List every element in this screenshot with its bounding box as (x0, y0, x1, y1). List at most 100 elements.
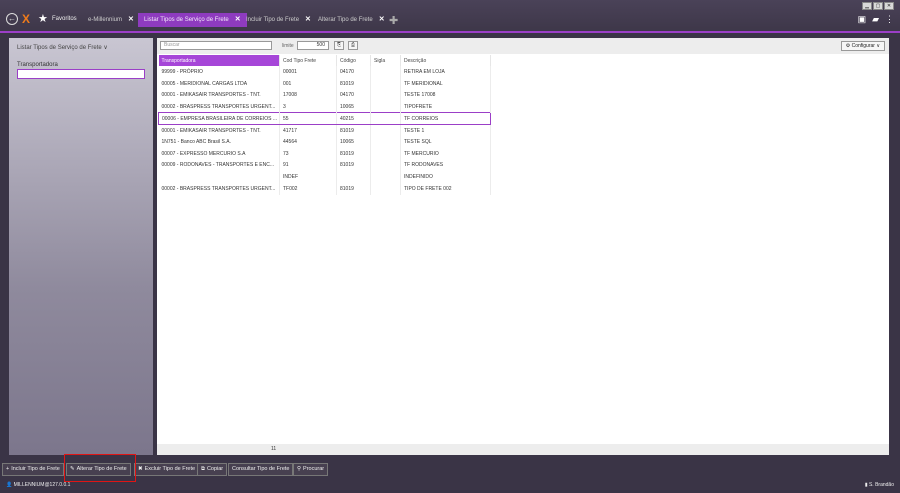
cell-codigo: 04170 (336, 89, 371, 102)
table-row[interactable]: 00002 - BRASPRESS TRANSPORTES URGENT... 3… (158, 101, 491, 113)
cell-codigo: 10065 (336, 101, 371, 113)
new-tab-plus-icon[interactable]: ✚ (389, 14, 398, 27)
table-row[interactable]: 00006 - EMPRESA BRASILEIRA DE CORREIOS .… (158, 112, 491, 125)
filter-panel-title[interactable]: Listar Tipos de Serviço de Frete ∨ (17, 44, 108, 51)
close-icon[interactable]: ✕ (379, 16, 385, 23)
table-row[interactable]: INDEF INDEFINIDO (158, 171, 491, 183)
button-label: Copiar (206, 466, 224, 472)
grid-toolbar: Buscar limite 500 ⎘ ⎙ ⚙ Configurar ∨ (157, 38, 889, 54)
cell-cod-tipo-frete: 001 (279, 77, 337, 90)
grid-panel: Buscar limite 500 ⎘ ⎙ ⚙ Configurar ∨ Tra… (157, 38, 889, 455)
current-user: ▮ S. Brandão (865, 482, 894, 488)
minimize-button[interactable]: ▁ (862, 2, 872, 10)
close-icon[interactable]: ✕ (305, 16, 311, 23)
cell-descricao: TESTE 17008 (400, 89, 491, 102)
export-icon[interactable]: ⎘ (334, 41, 344, 50)
button-label: Procurar (303, 466, 325, 472)
column-header-transportadora[interactable]: Transportadora (158, 55, 280, 66)
cell-codigo (336, 171, 371, 183)
incluir-tipo-frete-button[interactable]: + Incluir Tipo de Frete (2, 463, 64, 476)
button-label: Consultar Tipo de Frete (232, 466, 290, 472)
window-controls: ▁ ▢ ✕ (861, 2, 894, 10)
procurar-button[interactable]: ⚲ Procurar (293, 463, 329, 476)
cell-descricao: TIPO DE FRETE 002 (400, 182, 491, 195)
cell-cod-tipo-frete: 55 (279, 112, 337, 125)
tab-e-millennium[interactable]: e-Millennium ✕ (82, 13, 140, 27)
configure-button[interactable]: ⚙ Configurar ∨ (840, 41, 885, 51)
excluir-tipo-frete-button[interactable]: ✖ Excluir Tipo de Frete (134, 463, 200, 476)
cell-transportadora: 00005 - MERIDIONAL CARGAS LTDA (158, 77, 280, 90)
cell-transportadora: 99999 - PRÓPRIO (158, 66, 280, 78)
user-icon: 👤 (6, 482, 13, 488)
plus-icon: + (6, 466, 10, 472)
close-window-button[interactable]: ✕ (884, 2, 894, 10)
cell-descricao: TESTE SQL (400, 136, 491, 148)
consultar-tipo-frete-button[interactable]: Consultar Tipo de Frete (228, 463, 294, 476)
maximize-button[interactable]: ▢ (873, 2, 883, 10)
gear-icon: ⚙ (845, 43, 851, 49)
cell-transportadora: 00001 - EMIKASAIR TRANSPORTES - TNT. (158, 89, 280, 102)
cell-codigo: 10065 (336, 136, 371, 148)
tab-alterar-tipo-frete[interactable]: Alterar Tipo de Frete ✕ (312, 13, 391, 27)
table-row[interactable]: 00009 - RODONAVES - TRANSPORTES E ENC...… (158, 159, 491, 172)
cell-cod-tipo-frete: 00001 (279, 66, 337, 78)
column-header-cod-tipo-frete[interactable]: Cod Tipo Frete (279, 55, 337, 66)
button-label: Incluir Tipo de Frete (11, 466, 60, 472)
print-icon[interactable]: ⎙ (348, 41, 358, 50)
cell-descricao: TF RODONAVES (400, 159, 491, 172)
cell-descricao: INDEFINIDO (400, 171, 491, 183)
column-header-descricao[interactable]: Descrição (400, 55, 491, 66)
table-row[interactable]: 00001 - EMIKASAIR TRANSPORTES - TNT. 4171… (158, 124, 491, 137)
cell-sigla (370, 159, 401, 172)
transportadora-input[interactable] (17, 69, 145, 79)
table-row[interactable]: 00007 - EXPRESSO MERCURIO S.A 73 81019 TF M… (158, 147, 491, 160)
limit-label: limite (282, 43, 294, 49)
cell-transportadora: 00007 - EXPRESSO MERCURIO S.A (158, 147, 280, 160)
cell-cod-tipo-frete: 41717 (279, 124, 337, 137)
tab-listar-tipos-servico-frete[interactable]: Listar Tipos de Serviço de Frete ✕ (138, 13, 247, 27)
favorites-link[interactable]: Favoritos (52, 16, 77, 22)
button-label: Excluir Tipo de Frete (144, 466, 196, 472)
close-icon[interactable]: ✕ (128, 16, 134, 23)
copiar-button[interactable]: ⧉ Copiar (197, 463, 228, 476)
cell-cod-tipo-frete: 17008 (279, 89, 337, 102)
cell-transportadora: 1N751 - Banco ABC Brasil S.A. (158, 136, 280, 148)
clipboard-icon[interactable]: ▣ (858, 14, 867, 24)
cell-cod-tipo-frete: 73 (279, 147, 337, 160)
table-row[interactable]: 00001 - EMIKASAIR TRANSPORTES - TNT. 1700… (158, 89, 491, 102)
tab-label: Listar Tipos de Serviço de Frete (144, 17, 229, 23)
star-icon[interactable]: ★ (38, 12, 48, 25)
tab-incluir-tipo-frete[interactable]: Incluir Tipo de Frete ✕ (240, 13, 317, 27)
cell-codigo: 81019 (336, 159, 371, 172)
cell-codigo: 81019 (336, 77, 371, 90)
column-header-sigla[interactable]: Sigla (370, 55, 401, 66)
data-grid: Transportadora Cod Tipo Frete Código Sig… (158, 55, 491, 195)
cell-transportadora: 00001 - EMIKASAIR TRANSPORTES - TNT. (158, 124, 280, 137)
top-bar: ← X ★ Favoritos e-Millennium ✕ Listar Tip… (0, 0, 900, 33)
filter-panel: Listar Tipos de Serviço de Frete ∨ Trans… (9, 38, 153, 455)
grid-footer: 11 (157, 444, 889, 455)
table-row[interactable]: 00005 - MERIDIONAL CARGAS LTDA 001 81019 TF… (158, 77, 491, 90)
cell-sigla (370, 124, 401, 137)
table-row[interactable]: 1N751 - Banco ABC Brasil S.A. 44564 10065 T… (158, 136, 491, 148)
cell-descricao: RETIRA EM LOJA (400, 66, 491, 78)
cell-sigla (370, 101, 401, 113)
column-header-codigo[interactable]: Código (336, 55, 371, 66)
chat-icon[interactable]: ▰ (872, 14, 879, 24)
cell-transportadora: 00006 - EMPRESA BRASILEIRA DE CORREIOS .… (158, 112, 280, 125)
cell-transportadora: 00002 - BRASPRESS TRANSPORTES URGENT... (158, 101, 280, 113)
cell-transportadora (158, 171, 280, 183)
search-input[interactable]: Buscar (160, 41, 272, 50)
cell-codigo: 04170 (336, 66, 371, 78)
table-row[interactable]: 99999 - PRÓPRIO 00001 04170 RETIRA EM LOJA (158, 66, 491, 78)
cell-sigla (370, 77, 401, 90)
highlight-annotation-box (64, 454, 136, 482)
limit-input[interactable]: 500 (297, 41, 329, 50)
tab-label: e-Millennium (88, 17, 123, 23)
status-bar: 👤 MILLENNIUM@127.0.0.1 ▮ S. Brandão (0, 479, 900, 493)
table-row[interactable]: 00002 - BRASPRESS TRANSPORTES URGENT... T… (158, 182, 491, 195)
more-vert-icon[interactable]: ⋮ (885, 14, 894, 24)
back-arrow-icon[interactable]: ← (6, 13, 18, 25)
cell-sigla (370, 171, 401, 183)
cell-sigla (370, 136, 401, 148)
